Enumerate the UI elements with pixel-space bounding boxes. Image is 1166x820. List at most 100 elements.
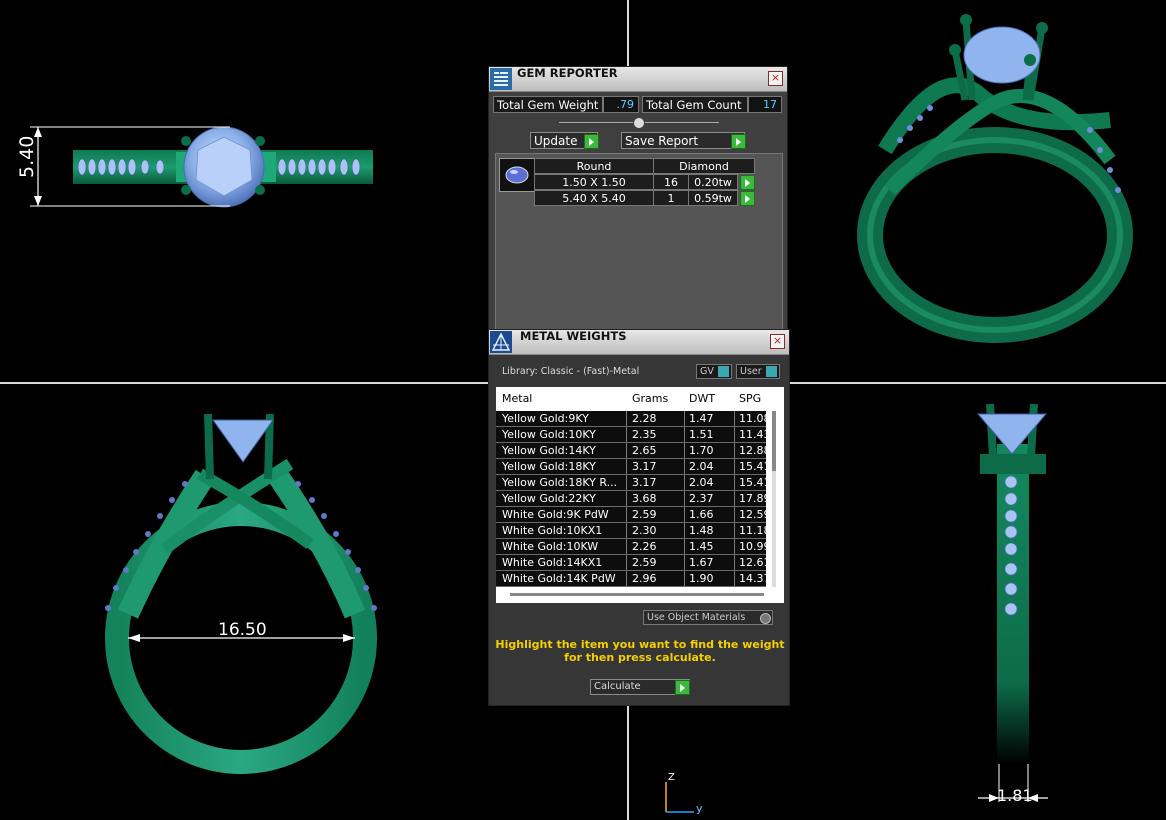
column-separator bbox=[626, 443, 627, 458]
table-cell-spg: 12.61 bbox=[739, 556, 768, 569]
vertical-scrollbar-thumb[interactable] bbox=[772, 411, 776, 471]
col-header-metal[interactable]: Metal bbox=[502, 392, 532, 405]
table-cell-metal: Yellow Gold:14KY bbox=[502, 444, 596, 457]
save-report-go-icon[interactable] bbox=[731, 134, 746, 149]
column-separator bbox=[626, 523, 627, 538]
use-object-materials-toggle[interactable]: Use Object Materials bbox=[643, 610, 773, 625]
column-separator bbox=[734, 523, 735, 538]
use-object-materials-radio[interactable] bbox=[760, 613, 771, 624]
library-label: Library: Classic - (Fast)-Metal bbox=[502, 366, 640, 377]
metal-table-body[interactable]: Yellow Gold:9KY 2.28 1.47 11.08 Yellow Gold… bbox=[496, 411, 768, 587]
table-cell-dwt: 1.51 bbox=[689, 428, 714, 441]
table-cell-metal: White Gold:14K PdW bbox=[502, 572, 616, 585]
column-separator bbox=[684, 475, 685, 490]
axis-y-label: y bbox=[696, 802, 703, 815]
table-cell-dwt: 2.37 bbox=[689, 492, 714, 505]
table-cell-spg: 15.41 bbox=[739, 476, 768, 489]
horizontal-scrollbar[interactable] bbox=[510, 593, 764, 596]
table-cell-spg: 14.37 bbox=[739, 572, 768, 585]
metal-weights-close-icon[interactable]: × bbox=[770, 334, 785, 349]
table-cell-spg: 12.59 bbox=[739, 508, 768, 521]
column-separator bbox=[684, 523, 685, 538]
column-separator bbox=[684, 411, 685, 426]
table-row[interactable]: Yellow Gold:14KY 2.65 1.70 12.88 bbox=[496, 443, 768, 459]
table-cell-spg: 11.08 bbox=[739, 412, 768, 425]
gem-row-1-count[interactable]: 16 bbox=[653, 174, 689, 190]
table-row[interactable]: Yellow Gold:18KY 3.17 2.04 15.41 bbox=[496, 459, 768, 475]
metal-weights-icon bbox=[490, 331, 512, 353]
table-row[interactable]: Yellow Gold:9KY 2.28 1.47 11.08 bbox=[496, 411, 768, 427]
table-cell-grams: 2.28 bbox=[632, 412, 657, 425]
gem-row-2-go-icon[interactable] bbox=[740, 191, 755, 206]
gem-row-2-weight[interactable]: 0.59tw bbox=[688, 190, 738, 206]
column-separator bbox=[684, 443, 685, 458]
table-cell-spg: 12.88 bbox=[739, 444, 768, 457]
metal-table[interactable]: Metal Grams DWT SPG Yellow Gold:9KY 2.28 1… bbox=[496, 387, 784, 603]
save-report-button[interactable]: Save Report bbox=[621, 132, 745, 149]
user-checkbox[interactable] bbox=[766, 366, 777, 377]
table-cell-dwt: 1.45 bbox=[689, 540, 714, 553]
column-separator bbox=[734, 491, 735, 506]
gv-label: GV bbox=[700, 366, 714, 377]
table-row[interactable]: Yellow Gold:18KY R... 3.17 2.04 15.41 bbox=[496, 475, 768, 491]
table-cell-metal: Yellow Gold:18KY R... bbox=[502, 476, 618, 489]
gem-row-1-go-icon[interactable] bbox=[740, 175, 755, 190]
instruction-text: Highlight the item you want to find the … bbox=[489, 638, 791, 664]
table-row[interactable]: White Gold:9K PdW 2.59 1.66 12.59 bbox=[496, 507, 768, 523]
axis-z-label: Z bbox=[668, 772, 675, 783]
col-header-spg[interactable]: SPG bbox=[739, 392, 761, 405]
column-separator bbox=[626, 555, 627, 570]
round-gem-thumbnail[interactable] bbox=[499, 158, 535, 192]
table-cell-grams: 2.26 bbox=[632, 540, 657, 553]
viewport-front-view[interactable]: 16.50 bbox=[0, 384, 488, 820]
viewport-side-view[interactable]: 1.81 bbox=[790, 384, 1166, 820]
gv-checkbox[interactable] bbox=[718, 366, 729, 377]
col-header-dwt[interactable]: DWT bbox=[689, 392, 715, 405]
gem-type-header: Diamond bbox=[653, 158, 755, 174]
table-row[interactable]: Yellow Gold:22KY 3.68 2.37 17.89 bbox=[496, 491, 768, 507]
column-separator bbox=[734, 475, 735, 490]
gem-row-2-size[interactable]: 5.40 X 5.40 bbox=[534, 190, 654, 206]
table-row[interactable]: White Gold:14K PdW 2.96 1.90 14.37 bbox=[496, 571, 768, 587]
vertical-scrollbar[interactable] bbox=[772, 411, 776, 587]
viewport-top-view[interactable]: 5.40 bbox=[0, 0, 480, 380]
table-cell-dwt: 1.67 bbox=[689, 556, 714, 569]
instruction-line-1: Highlight the item you want to find the … bbox=[495, 638, 785, 651]
table-cell-spg: 17.89 bbox=[739, 492, 768, 505]
collapse-toggle-icon[interactable] bbox=[633, 117, 645, 129]
column-separator bbox=[734, 443, 735, 458]
gem-reporter-icon bbox=[490, 68, 512, 90]
table-cell-metal: White Gold:10KX1 bbox=[502, 524, 603, 537]
gem-shape-header: Round bbox=[534, 158, 654, 174]
col-header-grams[interactable]: Grams bbox=[632, 392, 668, 405]
table-cell-dwt: 1.90 bbox=[689, 572, 714, 585]
gem-reporter-close-icon[interactable]: × bbox=[768, 71, 783, 86]
table-cell-grams: 2.65 bbox=[632, 444, 657, 457]
table-row[interactable]: White Gold:14KX1 2.59 1.67 12.61 bbox=[496, 555, 768, 571]
table-row[interactable]: Yellow Gold:10KY 2.35 1.51 11.43 bbox=[496, 427, 768, 443]
gem-reporter-titlebar[interactable]: GEM REPORTER × bbox=[489, 66, 787, 92]
calculate-go-icon[interactable] bbox=[675, 680, 690, 695]
column-separator bbox=[684, 571, 685, 586]
ring-side-view-drawing bbox=[976, 403, 1048, 802]
viewport-perspective-view[interactable] bbox=[790, 0, 1166, 380]
table-cell-metal: Yellow Gold:22KY bbox=[502, 492, 596, 505]
gem-row-1-weight[interactable]: 0.20tw bbox=[688, 174, 738, 190]
table-row[interactable]: White Gold:10KX1 2.30 1.48 11.18 bbox=[496, 523, 768, 539]
update-go-icon[interactable] bbox=[584, 134, 599, 149]
metal-weights-titlebar[interactable]: METAL WEIGHTS × bbox=[489, 329, 789, 355]
metal-table-header: Metal Grams DWT SPG bbox=[496, 387, 768, 409]
table-cell-spg: 15.41 bbox=[739, 460, 768, 473]
table-cell-dwt: 1.48 bbox=[689, 524, 714, 537]
metal-weights-title: METAL WEIGHTS bbox=[520, 329, 627, 343]
column-separator bbox=[626, 427, 627, 442]
gem-row-2-count[interactable]: 1 bbox=[653, 190, 689, 206]
gem-row-1-size[interactable]: 1.50 X 1.50 bbox=[534, 174, 654, 190]
column-separator bbox=[626, 491, 627, 506]
metal-weights-panel[interactable]: METAL WEIGHTS × Library: Classic - (Fast… bbox=[488, 329, 790, 706]
column-separator bbox=[684, 459, 685, 474]
table-cell-grams: 2.30 bbox=[632, 524, 657, 537]
table-cell-grams: 3.17 bbox=[632, 460, 657, 473]
table-row[interactable]: White Gold:10KW 2.26 1.45 10.99 bbox=[496, 539, 768, 555]
dimension-label-width: 1.81 bbox=[997, 786, 1033, 805]
